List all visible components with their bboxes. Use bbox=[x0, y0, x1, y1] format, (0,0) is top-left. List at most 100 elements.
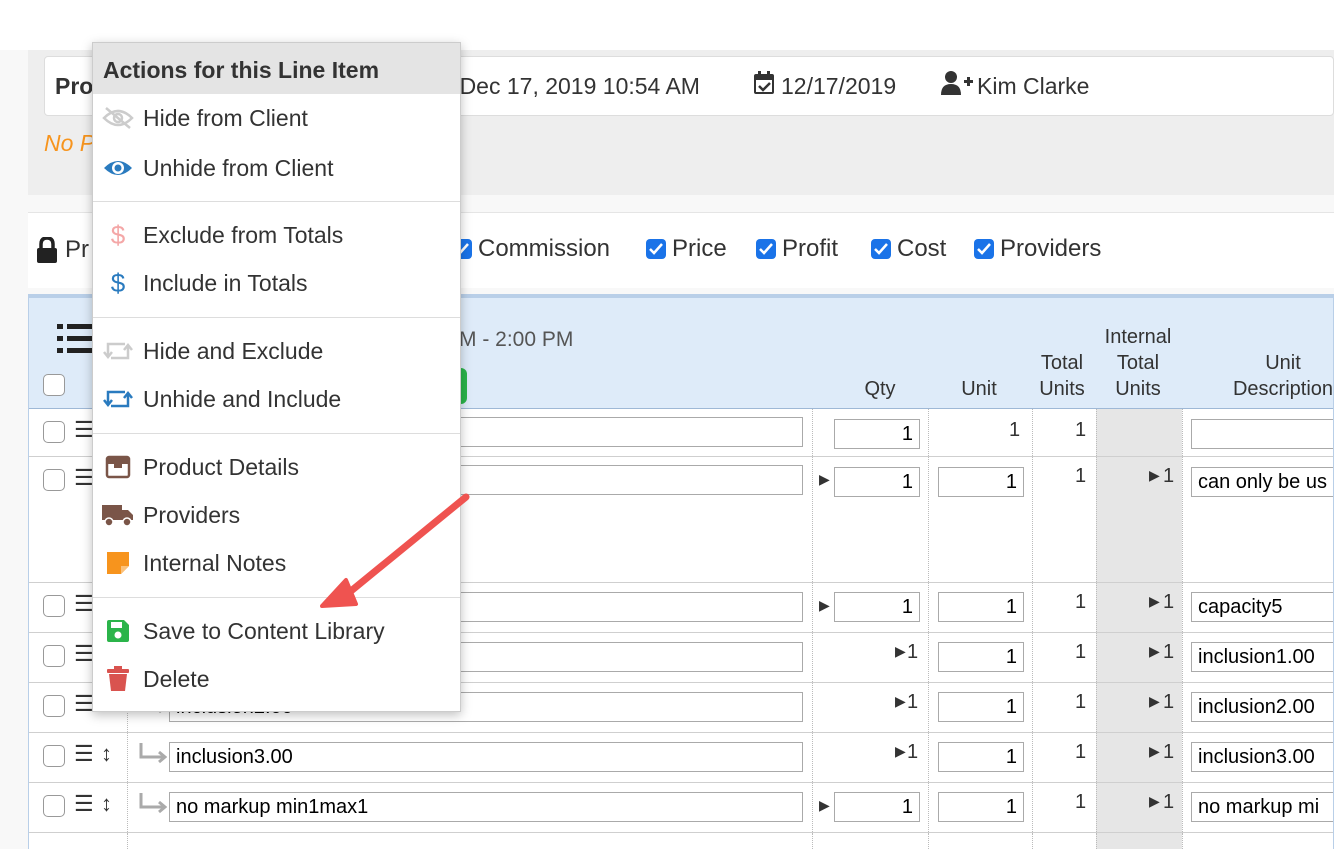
menu-divider bbox=[93, 597, 460, 598]
child-indent-icon bbox=[137, 743, 168, 770]
col-unit-desc-line2: Description bbox=[1232, 378, 1334, 400]
drag-handle-icon[interactable]: ☰ bbox=[74, 691, 94, 717]
user-plus-icon bbox=[941, 71, 973, 101]
unit-description-input[interactable] bbox=[1191, 592, 1333, 622]
checkbox-checked-icon[interactable] bbox=[756, 239, 776, 259]
event-date: 12/17/2019 bbox=[781, 73, 897, 99]
expand-caret-icon[interactable]: ▶ bbox=[1149, 593, 1160, 610]
drag-handle-icon[interactable]: ☰ bbox=[74, 417, 94, 443]
unit-description-input[interactable] bbox=[1191, 692, 1333, 722]
sort-arrows-icon[interactable]: ↕ bbox=[101, 791, 112, 817]
drag-handle-icon[interactable]: ☰ bbox=[74, 741, 94, 767]
menu-item-label: Exclude from Totals bbox=[143, 221, 344, 248]
row-checkbox[interactable] bbox=[43, 745, 65, 767]
expand-caret-icon[interactable]: ▶ bbox=[1149, 693, 1160, 710]
toggle-price[interactable]: Price bbox=[646, 235, 727, 263]
item-name-input[interactable] bbox=[169, 742, 803, 772]
sort-arrows-icon[interactable]: ↕ bbox=[101, 741, 112, 767]
menu-item-label: Unhide and Include bbox=[143, 385, 342, 412]
qty-input[interactable] bbox=[834, 419, 920, 449]
col-total-units-line1: Total bbox=[1040, 352, 1084, 374]
menu-item-label: Hide and Exclude bbox=[143, 337, 324, 364]
list-icon[interactable] bbox=[57, 322, 93, 359]
unit-input[interactable] bbox=[938, 792, 1024, 822]
toggle-providers[interactable]: Providers bbox=[974, 235, 1101, 263]
row-checkbox[interactable] bbox=[43, 645, 65, 667]
expand-caret-icon[interactable]: ▶ bbox=[1149, 743, 1160, 760]
menu-divider bbox=[93, 433, 460, 434]
qty-input[interactable] bbox=[834, 467, 920, 497]
unit-input[interactable] bbox=[938, 642, 1024, 672]
total-units-value: 1 bbox=[1075, 641, 1087, 663]
calendar-check-icon bbox=[753, 71, 775, 101]
unit-input[interactable] bbox=[938, 742, 1024, 772]
menu-item-label: Unhide from Client bbox=[143, 154, 334, 181]
unit-input[interactable] bbox=[938, 467, 1024, 497]
checkbox-checked-icon[interactable] bbox=[974, 239, 994, 259]
qty-input[interactable] bbox=[834, 592, 920, 622]
menu-item-label: Product Details bbox=[143, 453, 299, 480]
unit-input[interactable] bbox=[938, 592, 1024, 622]
expand-caret-icon[interactable]: ▶ bbox=[895, 693, 906, 710]
menu-item-unhide-from-client[interactable]: Unhide from Client bbox=[93, 146, 460, 190]
menu-item-product-details[interactable]: Product Details bbox=[93, 445, 460, 489]
unit-input[interactable] bbox=[938, 692, 1024, 722]
dollar-icon: $ bbox=[110, 219, 126, 250]
unit-description-input[interactable] bbox=[1191, 792, 1333, 822]
menu-item-save-to-content-library[interactable]: Save to Content Library bbox=[93, 609, 460, 653]
menu-item-hide-from-client[interactable]: Hide from Client bbox=[93, 96, 460, 140]
toggle-commission[interactable]: Commission bbox=[452, 235, 610, 263]
unit-description-input[interactable] bbox=[1191, 419, 1333, 449]
menu-item-exclude-from-totals[interactable]: $ Exclude from Totals bbox=[93, 213, 460, 257]
row-checkbox[interactable] bbox=[43, 469, 65, 491]
menu-item-include-in-totals[interactable]: $ Include in Totals bbox=[93, 261, 460, 305]
total-units-value: 1 bbox=[1075, 741, 1087, 763]
checkbox-checked-icon[interactable] bbox=[646, 239, 666, 259]
unit-description-input[interactable] bbox=[1191, 742, 1333, 772]
row-checkbox[interactable] bbox=[43, 421, 65, 443]
product-label: Pro bbox=[55, 73, 94, 99]
expand-caret-icon[interactable]: ▶ bbox=[819, 597, 830, 614]
menu-item-unhide-and-include[interactable]: Unhide and Include bbox=[93, 377, 460, 421]
qty-input[interactable] bbox=[834, 792, 920, 822]
internal-total-value: 1 bbox=[1163, 791, 1175, 813]
drag-handle-icon[interactable]: ☰ bbox=[74, 791, 94, 817]
row-checkbox[interactable] bbox=[43, 695, 65, 717]
col-internal-line2: Total bbox=[1116, 352, 1160, 374]
assigned-user[interactable]: Kim Clarke bbox=[977, 73, 1089, 100]
drag-handle-icon[interactable]: ☰ bbox=[74, 465, 94, 491]
menu-item-label: Internal Notes bbox=[143, 549, 287, 576]
table-row[interactable]: ☰ ↕ ▶ 1 1 ▶ 1 bbox=[29, 733, 1333, 783]
drag-handle-icon[interactable]: ☰ bbox=[74, 641, 94, 667]
menu-item-label: Include in Totals bbox=[143, 269, 308, 296]
row-checkbox[interactable] bbox=[43, 595, 65, 617]
menu-item-label: Save to Content Library bbox=[143, 617, 385, 644]
toggle-profit[interactable]: Profit bbox=[756, 235, 838, 263]
table-row[interactable]: ☰ ↕ ▶ 1 ▶ 1 bbox=[29, 783, 1333, 833]
eye-slash-icon bbox=[93, 106, 143, 130]
toggle-profit-label: Profit bbox=[782, 235, 839, 262]
expand-caret-icon[interactable]: ▶ bbox=[895, 743, 906, 760]
unit-description-input[interactable] bbox=[1191, 642, 1333, 672]
expand-caret-icon[interactable]: ▶ bbox=[895, 643, 906, 660]
internal-total-value: 1 bbox=[1163, 465, 1175, 487]
table-row[interactable] bbox=[29, 833, 1333, 849]
item-name-input[interactable] bbox=[169, 792, 803, 822]
select-all-checkbox[interactable] bbox=[43, 374, 65, 396]
menu-item-delete[interactable]: Delete bbox=[93, 657, 460, 701]
expand-caret-icon[interactable]: ▶ bbox=[1149, 793, 1160, 810]
qty-value: 1 bbox=[907, 641, 919, 663]
toggle-cost[interactable]: Cost bbox=[871, 235, 946, 263]
toggle-price-label: Price bbox=[672, 235, 727, 262]
row-checkbox[interactable] bbox=[43, 795, 65, 817]
expand-caret-icon[interactable]: ▶ bbox=[1149, 643, 1160, 660]
menu-item-internal-notes[interactable]: Internal Notes bbox=[93, 541, 460, 585]
expand-caret-icon[interactable]: ▶ bbox=[819, 471, 830, 488]
menu-item-hide-and-exclude[interactable]: Hide and Exclude bbox=[93, 329, 460, 373]
drag-handle-icon[interactable]: ☰ bbox=[74, 591, 94, 617]
unit-description-input[interactable] bbox=[1191, 467, 1333, 497]
menu-item-providers[interactable]: Providers bbox=[93, 493, 460, 537]
checkbox-checked-icon[interactable] bbox=[871, 239, 891, 259]
expand-caret-icon[interactable]: ▶ bbox=[819, 797, 830, 814]
expand-caret-icon[interactable]: ▶ bbox=[1149, 467, 1160, 484]
